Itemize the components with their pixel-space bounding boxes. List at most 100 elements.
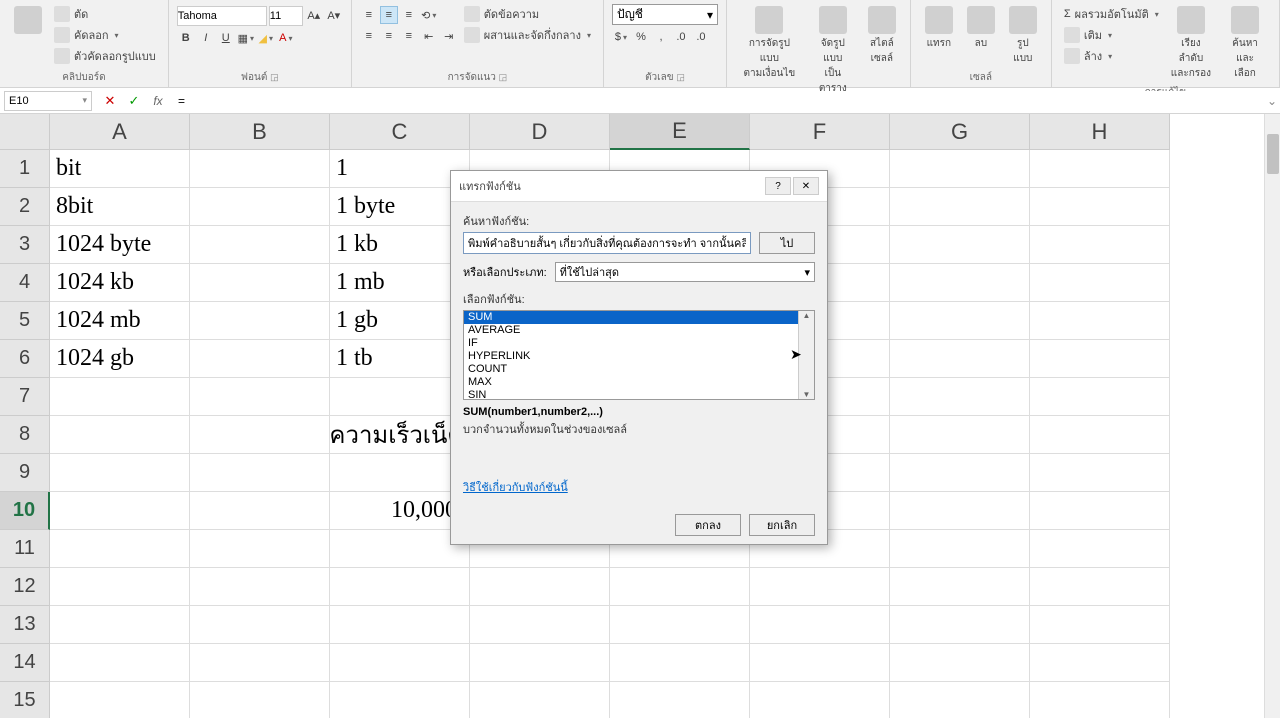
increase-decimal-button[interactable]: .0 (672, 28, 690, 46)
cell[interactable]: 1 byte (330, 188, 470, 226)
function-list-item[interactable]: MAX (464, 376, 798, 389)
column-header[interactable]: F (750, 114, 890, 150)
cell[interactable] (890, 264, 1030, 302)
cell[interactable] (330, 682, 470, 718)
cell[interactable]: 1024 byte (50, 226, 190, 264)
cell[interactable] (610, 682, 750, 718)
cell[interactable] (50, 530, 190, 568)
wrap-text-button[interactable]: ตัดข้อความ (460, 4, 595, 24)
function-list-item[interactable]: SUM (464, 311, 798, 324)
cell[interactable] (1030, 340, 1170, 378)
find-select-button[interactable]: ค้นหาและ เลือก (1219, 4, 1271, 83)
cell[interactable] (50, 568, 190, 606)
cell[interactable]: bit (50, 150, 190, 188)
cell[interactable]: 1024 gb (50, 340, 190, 378)
cell[interactable] (1030, 416, 1170, 454)
cell[interactable] (330, 568, 470, 606)
row-header[interactable]: 7 (0, 378, 50, 416)
column-header[interactable]: E (610, 114, 750, 150)
formula-input[interactable] (172, 91, 1264, 111)
decrease-font-button[interactable]: A▾ (325, 6, 343, 24)
format-table-button[interactable]: จัดรูปแบบ เป็นตาราง (806, 4, 860, 98)
cell[interactable] (190, 150, 330, 188)
cell[interactable]: 1024 kb (50, 264, 190, 302)
orientation-button[interactable]: ⟲ (420, 6, 438, 24)
cell[interactable] (890, 302, 1030, 340)
align-bottom-button[interactable]: ≡ (400, 6, 418, 24)
cell[interactable] (890, 454, 1030, 492)
fill-button[interactable]: เติม (1060, 25, 1163, 45)
cell[interactable] (190, 378, 330, 416)
cell[interactable] (330, 606, 470, 644)
clear-button[interactable]: ล้าง (1060, 46, 1163, 66)
cell[interactable] (190, 264, 330, 302)
increase-font-button[interactable]: A▴ (305, 6, 323, 24)
column-header[interactable]: D (470, 114, 610, 150)
row-header[interactable]: 12 (0, 568, 50, 606)
cell[interactable] (50, 606, 190, 644)
row-header[interactable]: 2 (0, 188, 50, 226)
row-header[interactable]: 8 (0, 416, 50, 454)
insert-function-button[interactable]: fx (148, 91, 168, 111)
row-header[interactable]: 5 (0, 302, 50, 340)
dialog-ok-button[interactable]: ตกลง (675, 514, 741, 536)
cell[interactable] (470, 606, 610, 644)
cell[interactable] (890, 150, 1030, 188)
align-middle-button[interactable]: ≡ (380, 6, 398, 24)
font-launcher-icon[interactable]: ◲ (270, 72, 279, 82)
cell[interactable] (330, 530, 470, 568)
conditional-format-button[interactable]: การจัดรูปแบบ ตามเงื่อนไข (735, 4, 804, 98)
decrease-indent-button[interactable]: ⇤ (420, 27, 438, 45)
row-header[interactable]: 1 (0, 150, 50, 188)
cell[interactable]: 8bit (50, 188, 190, 226)
cell[interactable] (190, 606, 330, 644)
cell[interactable] (1030, 188, 1170, 226)
cell[interactable] (1030, 226, 1170, 264)
format-cells-button[interactable]: รูปแบบ (1003, 4, 1043, 68)
font-name-select[interactable] (177, 6, 267, 26)
row-header[interactable]: 4 (0, 264, 50, 302)
bold-button[interactable]: B (177, 29, 195, 47)
function-list-scrollbar[interactable]: ▲▼ (798, 311, 814, 399)
cell[interactable] (330, 454, 470, 492)
cell[interactable]: 1 kb (330, 226, 470, 264)
column-header[interactable]: G (890, 114, 1030, 150)
border-button[interactable]: ▦ (237, 29, 255, 47)
cell[interactable] (610, 568, 750, 606)
vertical-scrollbar[interactable] (1264, 114, 1280, 718)
scrollbar-thumb[interactable] (1267, 134, 1279, 174)
row-header[interactable]: 3 (0, 226, 50, 264)
cell[interactable] (750, 644, 890, 682)
cell[interactable] (190, 302, 330, 340)
cell[interactable] (890, 416, 1030, 454)
row-header[interactable]: 14 (0, 644, 50, 682)
align-top-button[interactable]: ≡ (360, 6, 378, 24)
cell[interactable] (750, 606, 890, 644)
increase-indent-button[interactable]: ⇥ (440, 27, 458, 45)
cell[interactable] (1030, 454, 1170, 492)
cell[interactable] (190, 454, 330, 492)
align-right-button[interactable]: ≡ (400, 27, 418, 45)
cell[interactable] (190, 492, 330, 530)
column-header[interactable]: B (190, 114, 330, 150)
function-search-input[interactable] (463, 232, 751, 254)
cell[interactable] (470, 644, 610, 682)
copy-button[interactable]: คัดลอก (50, 25, 160, 45)
cut-button[interactable]: ตัด (50, 4, 160, 24)
column-header[interactable]: A (50, 114, 190, 150)
cell[interactable] (190, 568, 330, 606)
cell[interactable] (890, 226, 1030, 264)
formula-expand-button[interactable]: ⌄ (1264, 94, 1280, 108)
cell[interactable] (890, 492, 1030, 530)
autosum-button[interactable]: Σ ผลรวมอัตโนมัติ (1060, 4, 1163, 24)
cell[interactable] (1030, 378, 1170, 416)
cell[interactable] (1030, 150, 1170, 188)
select-all-corner[interactable] (0, 114, 50, 150)
row-header[interactable]: 15 (0, 682, 50, 718)
merge-center-button[interactable]: ผสานและจัดกึ่งกลาง (460, 25, 595, 45)
cell[interactable] (890, 568, 1030, 606)
function-list-item[interactable]: IF (464, 337, 798, 350)
cell[interactable] (470, 682, 610, 718)
function-list-item[interactable]: AVERAGE (464, 324, 798, 337)
cell[interactable] (1030, 682, 1170, 718)
